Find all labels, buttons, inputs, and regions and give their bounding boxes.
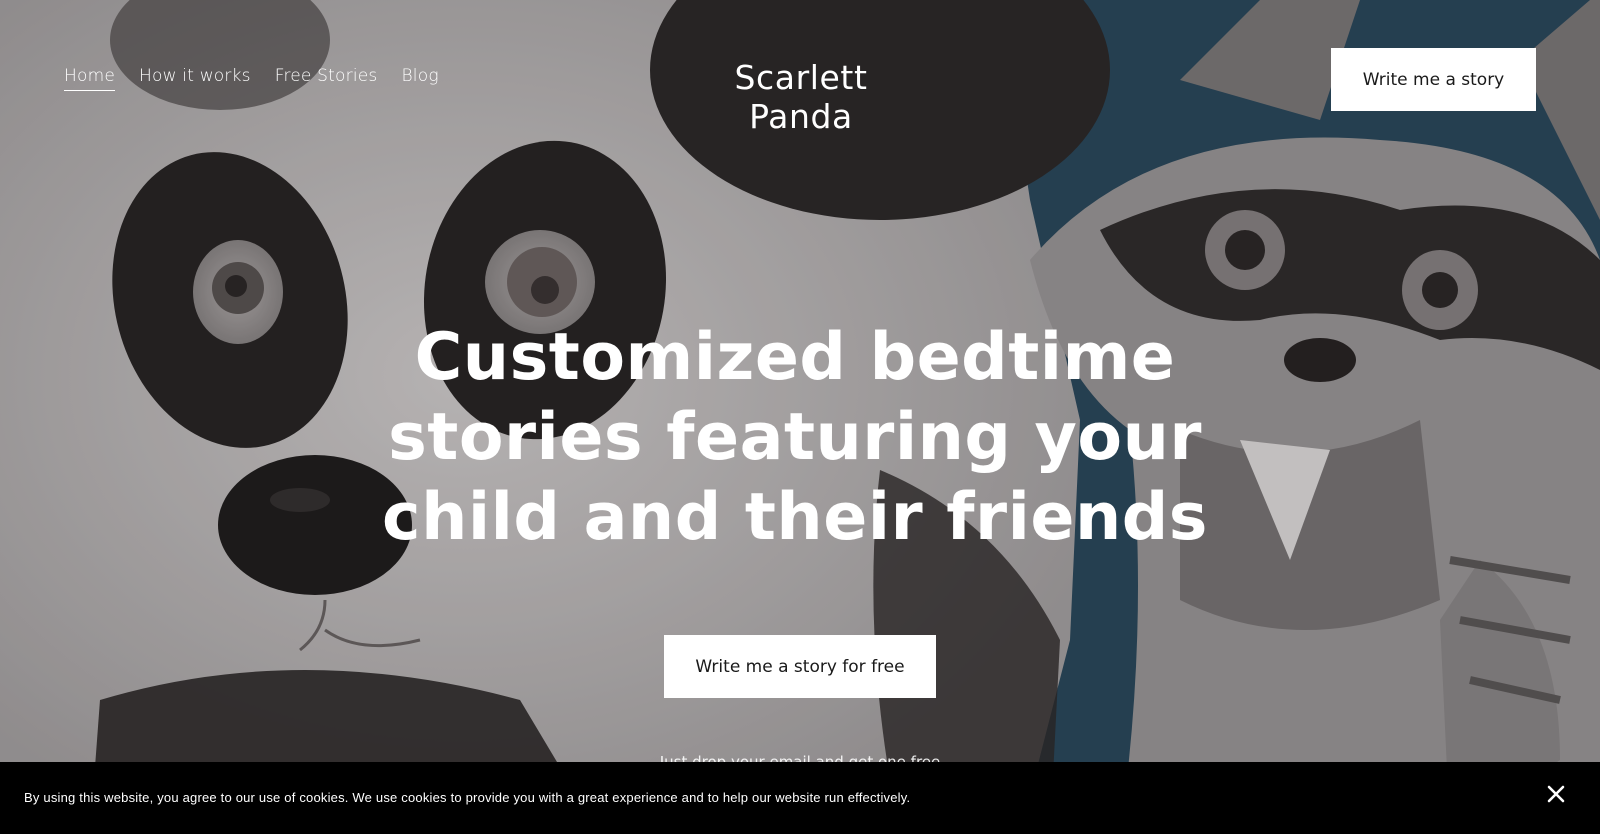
main-nav: Home How it works Free Stories Blog (64, 66, 439, 91)
header-write-story-button[interactable]: Write me a story (1331, 48, 1536, 111)
cookie-banner-text: By using this website, you agree to our … (24, 790, 911, 805)
nav-link-free-stories[interactable]: Free Stories (275, 66, 378, 91)
cookie-banner: By using this website, you agree to our … (0, 762, 1600, 834)
close-icon-glyph (1547, 785, 1565, 803)
site-header: Home How it works Free Stories Blog Scar… (0, 0, 1600, 160)
hero-write-story-free-button[interactable]: Write me a story for free (664, 635, 936, 698)
nav-link-blog[interactable]: Blog (401, 66, 438, 91)
nav-link-how-it-works[interactable]: How it works (139, 66, 251, 91)
site-title[interactable]: Scarlett Panda (680, 58, 922, 136)
nav-link-home[interactable]: Home (64, 66, 116, 91)
close-icon[interactable] (1542, 780, 1570, 808)
hero-headline: Customized bedtime stories featuring you… (382, 320, 1208, 555)
